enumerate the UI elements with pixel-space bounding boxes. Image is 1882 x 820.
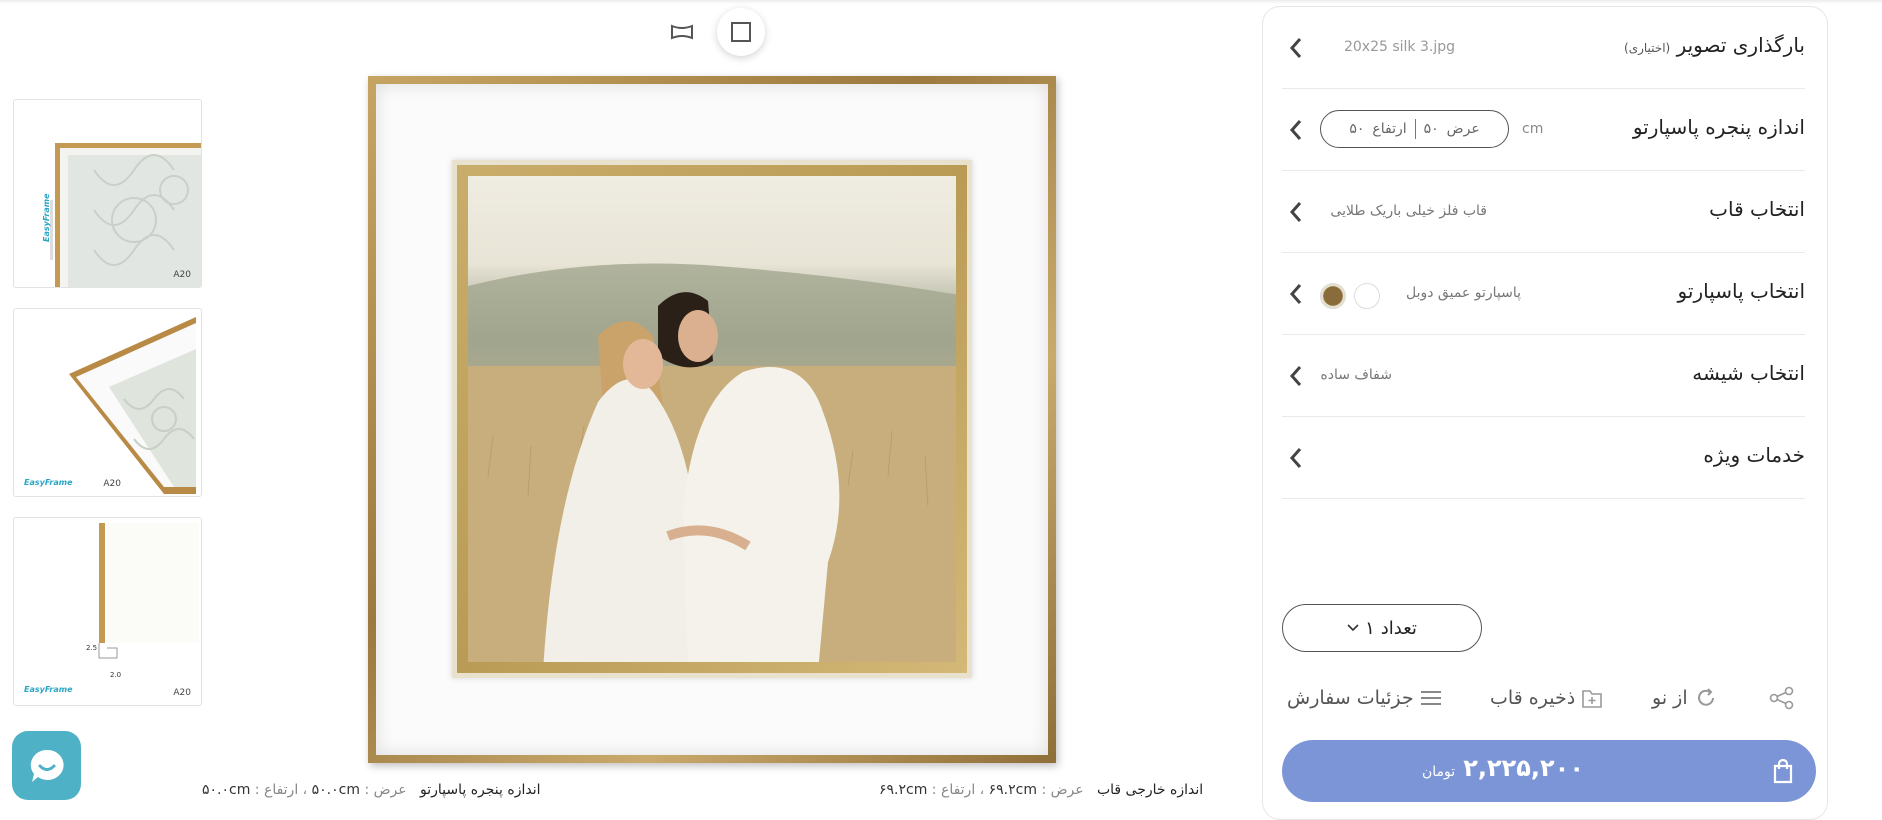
chat-button[interactable] [12,731,81,800]
outer-size-label: اندازه خارجی قاب [1096,782,1204,798]
glass-title: انتخاب شیشه [1692,361,1805,385]
unit-label: cm [1522,121,1544,137]
services-title: خدمات ویژه [1703,443,1805,467]
quantity-value: ۱ [1365,617,1375,639]
shopping-bag-icon [1772,758,1794,788]
quantity-select[interactable]: تعداد ۱ [1282,604,1482,652]
window-size-info: اندازه پنجره پاسپارتو عرض : ۵۰.۰cm ، ارت… [202,782,540,798]
window-size-title: اندازه پنجره پاسپارتو [1632,115,1805,139]
price-value: ۲,۲۲۵,۲۰۰ [1463,754,1584,782]
config-panel: بارگذاری تصویر (اختیاری) 20x25 silk 3.jp… [1262,6,1828,820]
thumbnail-profile[interactable]: 2.5 2.0 EasyFrame A20 [13,517,202,706]
window-width-label: عرض : [364,782,407,798]
frame-value: قاب فلز خیلی باریک طلایی [1330,203,1487,219]
chevron-left-icon[interactable] [1282,195,1310,229]
window-size-pill[interactable]: عرض ۵۰ ارتفاع ۵۰ [1320,110,1509,148]
thumbnail-tag: A20 [103,479,121,489]
square-icon [731,22,751,42]
chevron-left-icon[interactable] [1282,359,1310,393]
frame-row[interactable]: انتخاب قاب قاب فلز خیلی باریک طلایی [1282,171,1805,253]
pill-divider [1414,119,1416,139]
white-swatch[interactable] [1354,283,1380,309]
thumbnail-tag: A20 [173,688,191,698]
thumbnail-profile-image [98,523,199,659]
share-icon [1769,686,1794,710]
top-shadow-line [0,0,1882,4]
outer-height-value: ۶۹.۲cm [879,782,928,798]
profile-dim-a: 2.5 [86,644,98,652]
order-details-label: جزئیات سفارش [1287,687,1414,709]
outer-height-label: ، ارتفاع : [931,782,985,798]
passepartout-inner [452,160,972,678]
upload-optional: (اختیاری) [1624,41,1671,55]
panorama-icon [671,24,693,40]
chevron-left-icon[interactable] [1282,441,1310,475]
passepartout-gold-edge [457,165,967,673]
outer-size-info: اندازه خارجی قاب عرض : ۶۹.۲cm ، ارتفاع :… [879,782,1203,798]
thumbnail-corner-front[interactable]: EasyFrame A20 [13,99,202,288]
outer-width-label: عرض : [1041,782,1084,798]
height-label: ارتفاع [1372,121,1407,137]
save-frame-label: ذخیره قاب [1490,687,1576,709]
glass-value: شفاف ساده [1320,367,1392,383]
folder-plus-icon [1582,690,1602,708]
buy-button[interactable]: ۲,۲۲۵,۲۰۰ تومان [1282,740,1816,802]
upload-title: بارگذاری تصویر (اختیاری) [1624,33,1805,57]
save-frame-button[interactable]: ذخیره قاب [1490,683,1603,713]
frame-preview [368,76,1056,763]
window-size-label: اندازه پنجره پاسپارتو [419,782,541,798]
order-details-button[interactable]: جزئیات سفارش [1287,683,1442,713]
panorama-view-button[interactable] [658,8,706,56]
window-height-label: ، ارتفاع : [254,782,308,798]
easyframe-logo: EasyFrame [24,478,73,487]
price-group: ۲,۲۲۵,۲۰۰ تومان [1422,754,1584,782]
chevron-left-icon[interactable] [1282,31,1310,65]
services-row[interactable]: خدمات ویژه [1282,417,1805,499]
window-height-value: ۵۰.۰cm [202,782,251,798]
list-icon [1420,691,1441,705]
thumbnail-corner-angle[interactable]: EasyFrame A20 [13,308,202,497]
square-view-button[interactable] [717,8,765,56]
width-label: عرض [1446,121,1480,137]
reset-button[interactable]: از نو [1652,683,1718,713]
share-button[interactable] [1769,683,1795,713]
width-value[interactable]: ۵۰ [1424,121,1439,137]
profile-dim-b: 2.0 [110,671,122,679]
mat-row[interactable]: انتخاب پاسپارتو پاسپارتو عمیق دوبل [1282,253,1805,335]
thumbnail-corner-angle-image [69,317,196,494]
glass-row[interactable]: انتخاب شیشه شفاف ساده [1282,335,1805,417]
passepartout-outer [376,84,1048,755]
couple-photo-illustration [468,263,956,662]
window-size-row[interactable]: اندازه پنجره پاسپارتو cm عرض ۵۰ ارتفاع ۵… [1282,89,1805,171]
mat-title: انتخاب پاسپارتو [1677,279,1805,303]
chevron-down-icon [1347,624,1359,632]
refresh-icon [1697,688,1714,706]
outer-width-value: ۶۹.۲cm [988,782,1037,798]
preview-photo [468,176,956,662]
easyframe-logo: EasyFrame [24,685,73,694]
quantity-label: تعداد [1380,617,1417,639]
mat-value: پاسپارتو عمیق دوبل [1405,285,1521,301]
currency-label: تومان [1422,764,1456,780]
upload-row[interactable]: بارگذاری تصویر (اختیاری) 20x25 silk 3.jp… [1282,7,1805,89]
thumbnail-tag: A20 [173,270,191,280]
easyframe-logo: EasyFrame [42,193,51,242]
height-value[interactable]: ۵۰ [1349,121,1364,137]
frame-title: انتخاب قاب [1709,197,1805,221]
window-width-value: ۵۰.۰cm [311,782,360,798]
gold-swatch[interactable] [1320,283,1346,309]
chat-bubble-icon [30,749,64,782]
chevron-left-icon[interactable] [1282,277,1310,311]
reset-label: از نو [1652,687,1688,709]
chevron-left-icon[interactable] [1282,113,1310,147]
upload-filename: 20x25 silk 3.jpg [1343,39,1455,55]
